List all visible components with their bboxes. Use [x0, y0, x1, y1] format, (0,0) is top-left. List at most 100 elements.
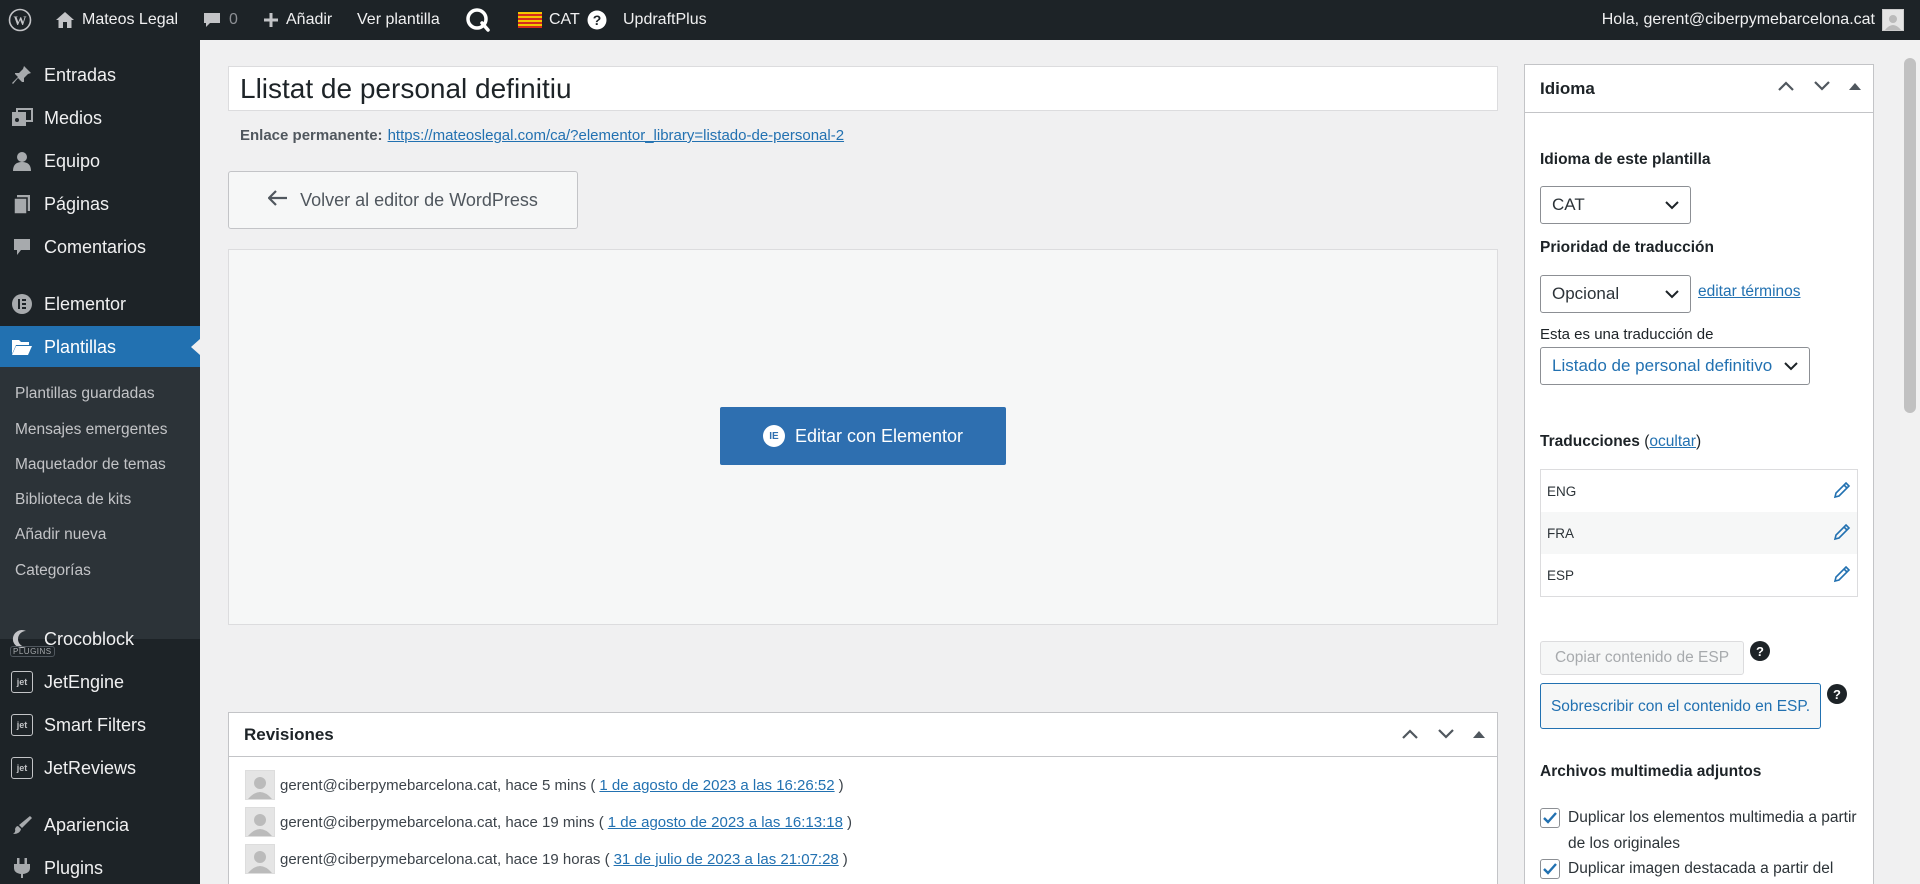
sidebar-item-paginas[interactable]: Páginas [0, 183, 200, 225]
list-item: gerent@ciberpymebarcelona.cat, hace 19 m… [245, 807, 852, 837]
duplicate-featured-checkbox-row: Duplicar imagen destacada a partir del o… [1540, 856, 1860, 884]
catalan-flag-icon [518, 12, 542, 28]
updraftplus-menu[interactable]: UpdraftPlus [623, 0, 707, 40]
help-icon: ? [587, 10, 607, 30]
greeting: Hola, gerent@ciberpymebarcelona.cat [1601, 11, 1875, 28]
avatar-icon [245, 807, 275, 837]
hide-translations-link[interactable]: ocultar [1649, 433, 1696, 450]
sidebar-item-plantillas[interactable]: Plantillas [0, 326, 200, 368]
page-scrollbar[interactable] [1900, 40, 1920, 884]
brush-icon [0, 814, 44, 836]
priority-value: Opcional [1552, 284, 1620, 303]
plugins-tag: PLUGINS [10, 646, 55, 657]
site-name-link[interactable]: Mateos Legal [55, 0, 178, 40]
pin-icon [0, 65, 44, 85]
submenu-plantillas-guardadas[interactable]: Plantillas guardadas [15, 384, 155, 404]
sidebar-item-label: Plantillas [44, 336, 117, 357]
submenu-categorias[interactable]: Categorías [15, 561, 91, 581]
avatar-icon [245, 844, 275, 874]
admin-bar: W Mateos Legal 0 Añadir Ver plantilla CA… [0, 0, 1920, 40]
language-switcher[interactable]: CAT ? [518, 0, 607, 40]
scrollbar-thumb[interactable] [1904, 58, 1916, 413]
revision-link[interactable]: 31 de julio de 2023 a las 21:07:28 [614, 851, 839, 868]
sidebar-item-apariencia[interactable]: Apariencia [0, 804, 200, 846]
duplicate-media-checkbox[interactable] [1540, 808, 1560, 828]
duplicate-featured-label: Duplicar imagen destacada a partir del o… [1568, 860, 1834, 877]
table-row: ENG [1541, 470, 1857, 512]
arrow-left-icon [267, 189, 288, 211]
priority-select[interactable]: Opcional [1540, 275, 1691, 313]
back-to-wordpress-editor-button[interactable]: Volver al editor de WordPress [228, 171, 578, 229]
sidebar-item-comentarios[interactable]: Comentarios [0, 226, 200, 268]
paren-close: ) [1695, 433, 1702, 450]
cache-icon[interactable] [465, 0, 491, 40]
pencil-icon[interactable] [1833, 523, 1851, 544]
translations-label: Traducciones [1540, 433, 1640, 450]
revisions-header: Revisiones [229, 713, 1497, 757]
sidebar-item-medios[interactable]: Medios [0, 97, 200, 139]
elementor-button-label: Editar con Elementor [794, 425, 964, 446]
updraftplus-label: UpdraftPlus [623, 11, 707, 28]
sidebar-item-label: Entradas [44, 64, 117, 85]
pencil-icon[interactable] [1833, 565, 1851, 586]
add-new-menu[interactable]: Añadir [263, 0, 332, 40]
sidebar-item-plugins[interactable]: Plugins [0, 847, 200, 884]
pages-icon [0, 194, 44, 214]
view-template-link[interactable]: Ver plantilla [357, 0, 440, 40]
edit-with-elementor-button[interactable]: IE Editar con Elementor [720, 407, 1006, 465]
sidebar-item-label: Comentarios [44, 236, 147, 257]
back-button-label: Volver al editor de WordPress [300, 189, 538, 210]
submenu-anadir-nueva[interactable]: Añadir nueva [15, 525, 106, 545]
revisions-title: Revisiones [244, 724, 334, 744]
sidebar-item-elementor[interactable]: Elementor [0, 283, 200, 325]
language-box: Idioma Idioma de este plantilla CAT Prio… [1524, 64, 1874, 884]
svg-text:W: W [14, 13, 27, 28]
move-down-icon[interactable] [1437, 725, 1455, 745]
sidebar-item-jetengine[interactable]: jet JetEngine [0, 661, 200, 703]
submenu-biblioteca-de-kits[interactable]: Biblioteca de kits [15, 490, 131, 510]
revision-link[interactable]: 1 de agosto de 2023 a las 16:26:52 [599, 777, 834, 794]
submenu-maquetador-de-temas[interactable]: Maquetador de temas [15, 455, 166, 475]
translations-heading: Traducciones (ocultar) [1540, 433, 1701, 451]
submenu-mensajes-emergentes[interactable]: Mensajes emergentes [15, 420, 168, 440]
overwrite-content-button[interactable]: Sobrescribir con el contenido en ESP. [1540, 683, 1821, 729]
move-down-icon[interactable] [1813, 77, 1831, 97]
help-icon[interactable]: ? [1750, 641, 1770, 661]
chevron-down-icon [1665, 195, 1679, 215]
plus-icon [263, 12, 279, 28]
duplicate-featured-checkbox[interactable] [1540, 859, 1560, 879]
avatar-icon [1882, 9, 1904, 31]
translation-of-select[interactable]: Listado de personal definitivo [1540, 347, 1810, 385]
edit-terms-link[interactable]: editar términos [1698, 283, 1801, 301]
current-language-label: CAT [549, 11, 580, 28]
move-up-icon[interactable] [1401, 725, 1419, 745]
sidebar-item-label: Elementor [44, 293, 127, 314]
post-title-input[interactable]: Llistat de personal definitiu [228, 66, 1498, 111]
pencil-icon[interactable] [1833, 481, 1851, 502]
revision-link[interactable]: 1 de agosto de 2023 a las 16:13:18 [608, 814, 843, 831]
media-icon [0, 108, 44, 128]
sidebar-item-entradas[interactable]: Entradas [0, 54, 200, 96]
collapse-icon[interactable] [1473, 725, 1485, 745]
sidebar-item-label: Medios [44, 107, 103, 128]
sidebar-item-smart-filters[interactable]: jet Smart Filters [0, 704, 200, 746]
translation-lang: FRA [1547, 525, 1574, 541]
plantillas-submenu: Plantillas guardadas Mensajes emergentes… [0, 367, 200, 639]
sidebar-item-label: JetReviews [44, 757, 137, 778]
comments-link[interactable]: 0 [202, 0, 238, 40]
comments-count: 0 [229, 11, 238, 28]
add-new-label: Añadir [286, 11, 333, 28]
revision-text: gerent@ciberpymebarcelona.cat, hace 5 mi… [280, 776, 596, 794]
move-up-icon[interactable] [1777, 77, 1795, 97]
user-icon [0, 151, 44, 171]
sidebar-item-equipo[interactable]: Equipo [0, 140, 200, 182]
template-language-select[interactable]: CAT [1540, 186, 1691, 224]
help-icon[interactable]: ? [1827, 684, 1847, 704]
wordpress-logo-icon[interactable]: W [8, 0, 32, 40]
collapse-icon[interactable] [1849, 77, 1861, 97]
copy-content-button[interactable]: Copiar contenido de ESP [1540, 641, 1744, 675]
sidebar-item-jetreviews[interactable]: jet JetReviews [0, 747, 200, 789]
site-name: Mateos Legal [82, 11, 179, 28]
account-menu[interactable]: Hola, gerent@ciberpymebarcelona.cat [1602, 0, 1904, 40]
permalink-link[interactable]: https://mateoslegal.com/ca/?elementor_li… [388, 127, 844, 144]
